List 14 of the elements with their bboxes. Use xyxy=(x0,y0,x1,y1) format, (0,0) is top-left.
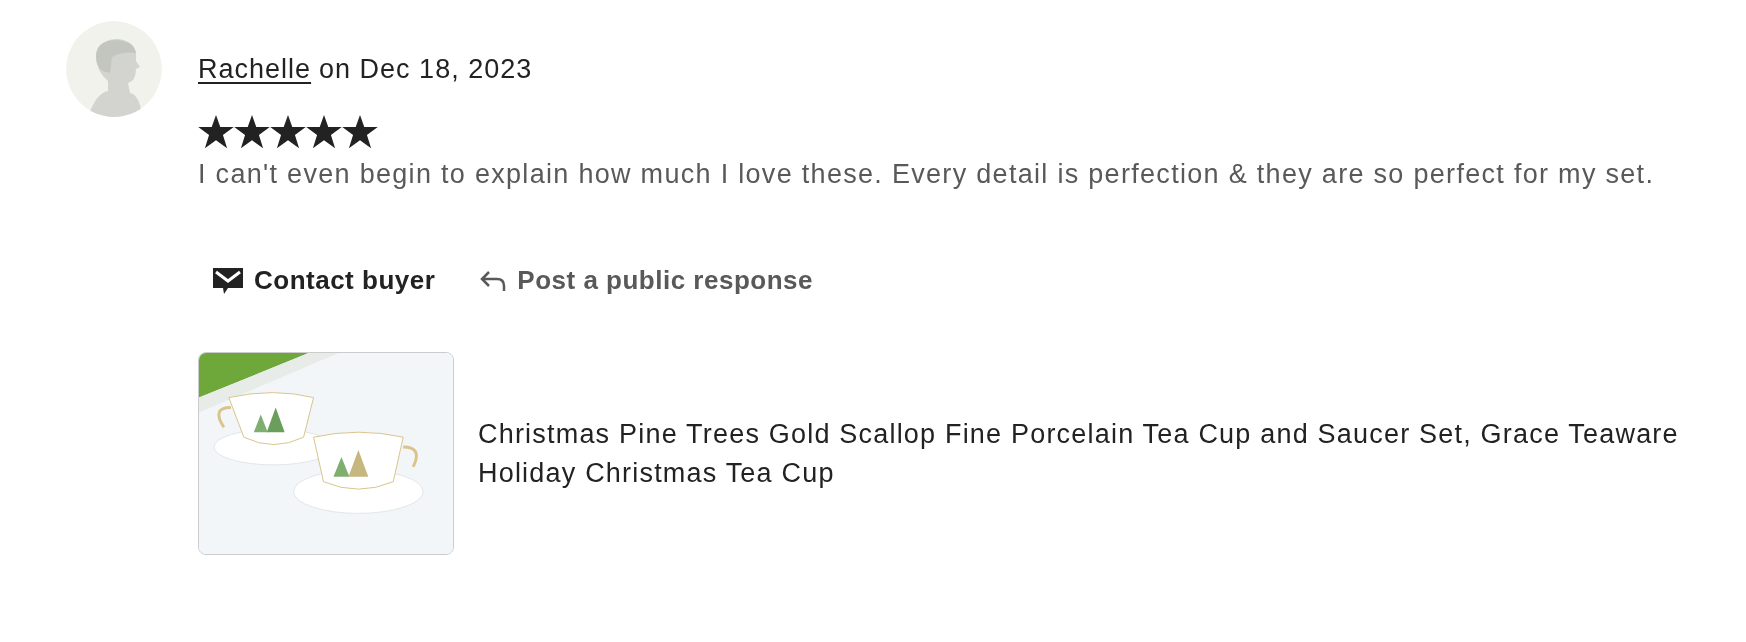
star-icon xyxy=(306,115,342,149)
avatar-icon xyxy=(66,21,162,117)
contact-buyer-button[interactable]: Contact buyer xyxy=(198,255,450,306)
post-response-button[interactable]: Post a public response xyxy=(465,255,827,306)
star-icon xyxy=(342,115,378,149)
envelope-icon xyxy=(212,266,244,295)
review-text: I can't even begin to explain how much I love these. Every detail is perfection & they are so perfect for my set. xyxy=(198,158,1656,191)
star-icon xyxy=(270,115,306,149)
star-icon xyxy=(234,115,270,149)
star-icon xyxy=(198,115,234,149)
review-date: on Dec 18, 2023 xyxy=(319,53,533,86)
product-title[interactable]: Christmas Pine Trees Gold Scallop Fine Porcelain Tea Cup and Saucer Set, Grace Teaware Holiday Christmas Tea Cup xyxy=(478,414,1693,493)
reviewer-link[interactable]: Rachelle xyxy=(198,49,312,89)
reply-arrow-icon xyxy=(479,268,508,293)
